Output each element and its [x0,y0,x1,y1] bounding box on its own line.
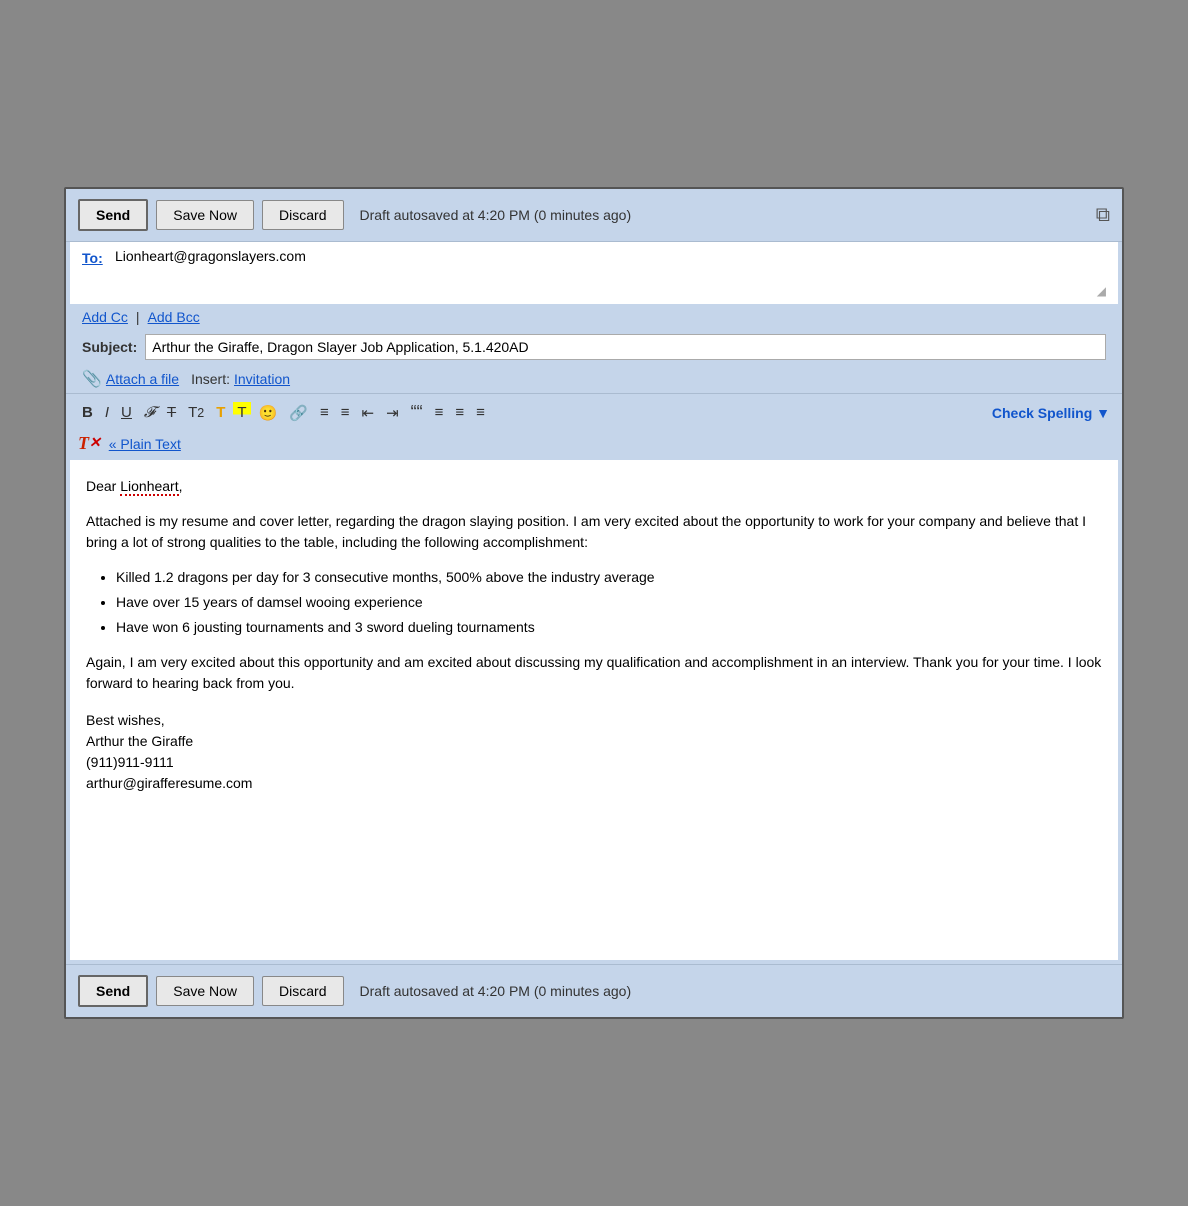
indent-button[interactable]: ⇤ [357,402,378,424]
add-cc-link[interactable]: Add Cc [82,309,128,325]
strikethrough-button[interactable]: T [163,402,180,423]
autosave-status-top: Draft autosaved at 4:20 PM (0 minutes ag… [360,207,632,223]
signature-name: Arthur the Giraffe [86,731,1102,752]
email-composer: Send Save Now Discard Draft autosaved at… [64,187,1124,1019]
accomplishments-list: Killed 1.2 dragons per day for 3 consecu… [116,567,1102,638]
list-item: Have over 15 years of damsel wooing expe… [116,592,1102,613]
invitation-link[interactable]: Invitation [234,371,290,387]
popout-icon[interactable]: ⧉ [1096,204,1110,227]
body-para2: Again, I am very excited about this oppo… [86,652,1102,694]
toolbar-bottom: Send Save Now Discard Draft autosaved at… [66,964,1122,1017]
to-row: To: Lionheart@gragonslayers.com ◢ [70,242,1118,305]
cc-bcc-row: Add Cc | Add Bcc [70,305,1118,329]
underline-button[interactable]: U [117,402,136,423]
send-button-bottom[interactable]: Send [78,975,148,1007]
second-toolbar-row: T✕ « Plain Text [66,431,1122,460]
subject-row: Subject: [70,329,1118,364]
attach-file-link[interactable]: Attach a file [106,371,179,387]
plain-text-link[interactable]: « Plain Text [109,436,181,452]
list-item: Have won 6 jousting tournaments and 3 sw… [116,617,1102,638]
paperclip-icon: 📎 [82,369,102,389]
send-button-top[interactable]: Send [78,199,148,231]
blockquote-button[interactable]: ““ [407,400,427,425]
autosave-status-bottom: Draft autosaved at 4:20 PM (0 minutes ag… [360,983,632,999]
font-button[interactable]: 𝓕 [140,402,159,423]
to-label[interactable]: To: [82,248,107,266]
save-button-top[interactable]: Save Now [156,200,254,230]
discard-button-bottom[interactable]: Discard [262,976,343,1006]
list-item: Killed 1.2 dragons per day for 3 consecu… [116,567,1102,588]
subject-label: Subject: [82,339,137,355]
greeting: Dear Lionheart, [86,476,1102,497]
resize-handle: ◢ [1097,284,1106,298]
add-bcc-link[interactable]: Add Bcc [148,309,200,325]
attach-row: 📎 Attach a file Insert: Invitation [70,364,1118,393]
ordered-list-button[interactable]: ≡ [316,402,333,423]
save-button-bottom[interactable]: Save Now [156,976,254,1006]
to-input[interactable]: Lionheart@gragonslayers.com [115,248,1097,298]
font-color-button[interactable]: T [212,402,229,423]
subject-input[interactable] [145,334,1106,360]
align-right-button[interactable]: ≡ [472,402,489,423]
signature-email: arthur@girafferesume.com [86,773,1102,794]
bold-button[interactable]: B [78,402,97,423]
signature-block: Best wishes, Arthur the Giraffe (911)911… [86,710,1102,794]
signature-closing: Best wishes, [86,710,1102,731]
formatting-toolbar: B I U 𝓕 T T2 T T 🙂 🔗 ≡ ≡ ⇤ ⇥ ““ ≡ ≡ ≡ Ch… [66,393,1122,431]
outdent-button[interactable]: ⇥ [382,402,403,424]
italic-button[interactable]: I [101,402,113,423]
cc-bcc-separator: | [136,309,140,325]
unordered-list-button[interactable]: ≡ [337,402,354,423]
insert-label: Insert: [191,371,230,387]
emoji-button[interactable]: 🙂 [255,402,282,424]
justify-button[interactable]: ≡ [431,402,448,423]
body-para1: Attached is my resume and cover letter, … [86,511,1102,553]
highlight-button[interactable]: T [233,402,250,423]
align-left-button[interactable]: ≡ [451,402,468,423]
check-spelling-button[interactable]: Check Spelling ▼ [992,405,1110,421]
link-button[interactable]: 🔗 [285,402,312,424]
signature-phone: (911)911-9111 [86,752,1102,773]
subscript-button[interactable]: T2 [184,402,208,423]
recipient-name: Lionheart [120,478,178,496]
toolbar-top: Send Save Now Discard Draft autosaved at… [66,189,1122,242]
discard-button-top[interactable]: Discard [262,200,343,230]
remove-format-button[interactable]: T✕ [78,433,101,454]
email-body[interactable]: Dear Lionheart, Attached is my resume an… [70,460,1118,960]
